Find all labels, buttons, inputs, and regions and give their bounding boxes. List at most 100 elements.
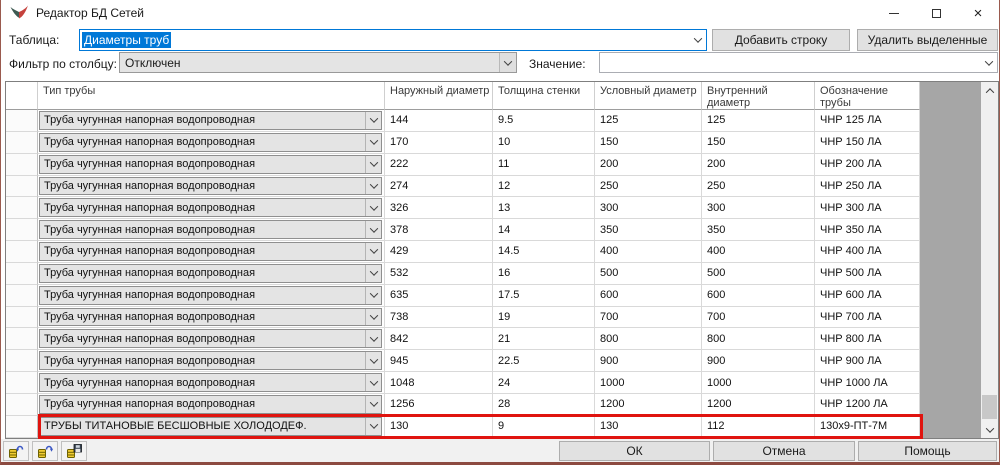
redo-database-button[interactable] (32, 441, 58, 461)
cell-inner[interactable]: 112 (702, 415, 815, 438)
pipe-type-combobox[interactable]: Труба чугунная напорная водопроводная (39, 373, 382, 392)
cell-wall[interactable]: 21 (493, 328, 595, 351)
cell-inner[interactable]: 700 (702, 306, 815, 329)
cell-outer[interactable]: 1256 (385, 393, 493, 416)
row-select-header[interactable] (6, 197, 38, 220)
cell-wall[interactable]: 19 (493, 306, 595, 329)
cell-designation[interactable]: ЧНР 500 ЛА (815, 262, 920, 285)
row-select-header[interactable] (6, 284, 38, 307)
cell-designation[interactable]: ЧНР 400 ЛА (815, 241, 920, 263)
cell-designation[interactable]: ЧНР 600 ЛА (815, 284, 920, 307)
row-select-header[interactable] (6, 350, 38, 373)
cell-inner[interactable]: 150 (702, 131, 815, 154)
row-select-header[interactable] (6, 372, 38, 394)
cell-designation[interactable]: ЧНР 800 ЛА (815, 328, 920, 351)
cell-designation[interactable]: ЧНР 250 ЛА (815, 175, 920, 198)
cell-wall[interactable]: 10 (493, 131, 595, 154)
add-row-button[interactable]: Добавить строку (712, 29, 850, 51)
cell-designation[interactable]: ЧНР 700 ЛА (815, 306, 920, 329)
cell-inner[interactable]: 800 (702, 328, 815, 351)
table-combobox[interactable]: Диаметры труб (79, 29, 707, 51)
column-header-2[interactable]: Толщина стенки (493, 82, 595, 110)
pipe-type-combobox[interactable]: Труба чугунная напорная водопроводная (39, 176, 382, 196)
cell-nominal[interactable]: 500 (595, 262, 702, 285)
cell-inner[interactable]: 400 (702, 241, 815, 263)
cell-outer[interactable]: 945 (385, 350, 493, 373)
column-header-1[interactable]: Наружный диаметр (385, 82, 493, 110)
cell-nominal[interactable]: 800 (595, 328, 702, 351)
cell-inner[interactable]: 1000 (702, 372, 815, 394)
pipe-type-combobox[interactable]: Труба чугунная напорная водопроводная (39, 111, 382, 130)
row-select-header[interactable] (6, 262, 38, 285)
cell-outer[interactable]: 738 (385, 306, 493, 329)
cell-wall[interactable]: 14.5 (493, 241, 595, 263)
cell-inner[interactable]: 350 (702, 219, 815, 242)
cell-nominal[interactable]: 700 (595, 306, 702, 329)
cell-wall[interactable]: 14 (493, 219, 595, 242)
pipe-type-combobox[interactable]: Труба чугунная напорная водопроводная (39, 307, 382, 327)
cell-nominal[interactable]: 250 (595, 175, 702, 198)
pipe-type-combobox[interactable]: Труба чугунная напорная водопроводная (39, 394, 382, 414)
pipe-type-combobox[interactable]: Труба чугунная напорная водопроводная (39, 329, 382, 349)
row-select-header[interactable] (6, 219, 38, 242)
scroll-down-icon[interactable] (981, 421, 998, 438)
cell-wall[interactable]: 16 (493, 262, 595, 285)
row-select-header[interactable] (6, 131, 38, 154)
pipe-type-combobox[interactable]: Труба чугунная напорная водопроводная (39, 263, 382, 283)
cell-nominal[interactable]: 300 (595, 197, 702, 220)
pipe-type-combobox[interactable]: Труба чугунная напорная водопроводная (39, 220, 382, 240)
close-button[interactable]: × (957, 0, 999, 26)
row-select-header[interactable] (6, 153, 38, 176)
column-header-4[interactable]: Внутренний диаметр (702, 82, 815, 110)
cell-inner[interactable]: 900 (702, 350, 815, 373)
cell-designation[interactable]: ЧНР 350 ЛА (815, 219, 920, 242)
pipe-type-combobox[interactable]: Труба чугунная напорная водопроводная (39, 285, 382, 305)
cell-wall[interactable]: 28 (493, 393, 595, 416)
cell-nominal[interactable]: 350 (595, 219, 702, 242)
column-header-5[interactable]: Обозначение трубы (815, 82, 920, 110)
cell-outer[interactable]: 532 (385, 262, 493, 285)
cell-outer[interactable]: 144 (385, 110, 493, 132)
pipe-type-combobox[interactable]: Труба чугунная напорная водопроводная (39, 242, 382, 261)
filter-combobox[interactable]: Отключен (119, 52, 517, 73)
row-select-header[interactable] (6, 110, 38, 132)
cell-wall[interactable]: 24 (493, 372, 595, 394)
row-select-header[interactable] (6, 241, 38, 263)
row-select-header[interactable] (6, 175, 38, 198)
help-button[interactable]: Помощь (858, 441, 997, 461)
cell-wall[interactable]: 17.5 (493, 284, 595, 307)
cell-nominal[interactable]: 1000 (595, 372, 702, 394)
vertical-scrollbar[interactable] (981, 82, 998, 438)
cell-nominal[interactable]: 125 (595, 110, 702, 132)
cell-designation[interactable]: ЧНР 200 ЛА (815, 153, 920, 176)
cancel-button[interactable]: Отмена (713, 441, 855, 461)
maximize-button[interactable] (915, 0, 957, 26)
cell-designation[interactable]: 130x9-ПТ-7М (815, 415, 920, 438)
ok-button[interactable]: ОК (559, 441, 710, 461)
cell-nominal[interactable]: 200 (595, 153, 702, 176)
pipe-type-combobox[interactable]: Труба чугунная напорная водопроводная (39, 132, 382, 152)
cell-inner[interactable]: 125 (702, 110, 815, 132)
cell-outer[interactable]: 326 (385, 197, 493, 220)
pipe-type-combobox[interactable]: Труба чугунная напорная водопроводная (39, 198, 382, 218)
undo-database-button[interactable] (3, 441, 29, 461)
cell-inner[interactable]: 300 (702, 197, 815, 220)
cell-outer[interactable]: 130 (385, 415, 493, 438)
cell-outer[interactable]: 222 (385, 153, 493, 176)
cell-outer[interactable]: 429 (385, 241, 493, 263)
cell-wall[interactable]: 9.5 (493, 110, 595, 132)
save-database-button[interactable] (61, 441, 87, 461)
cell-nominal[interactable]: 600 (595, 284, 702, 307)
cell-inner[interactable]: 1200 (702, 393, 815, 416)
cell-designation[interactable]: ЧНР 900 ЛА (815, 350, 920, 373)
cell-wall[interactable]: 11 (493, 153, 595, 176)
cell-inner[interactable]: 500 (702, 262, 815, 285)
column-header-0[interactable]: Тип трубы (38, 82, 385, 110)
delete-selected-button[interactable]: Удалить выделенные (857, 29, 998, 51)
cell-wall[interactable]: 22.5 (493, 350, 595, 373)
pipe-type-combobox[interactable]: Труба чугунная напорная водопроводная (39, 154, 382, 174)
row-select-header[interactable] (6, 328, 38, 351)
cell-outer[interactable]: 635 (385, 284, 493, 307)
cell-designation[interactable]: ЧНР 125 ЛА (815, 110, 920, 132)
value-combobox[interactable] (599, 52, 998, 73)
